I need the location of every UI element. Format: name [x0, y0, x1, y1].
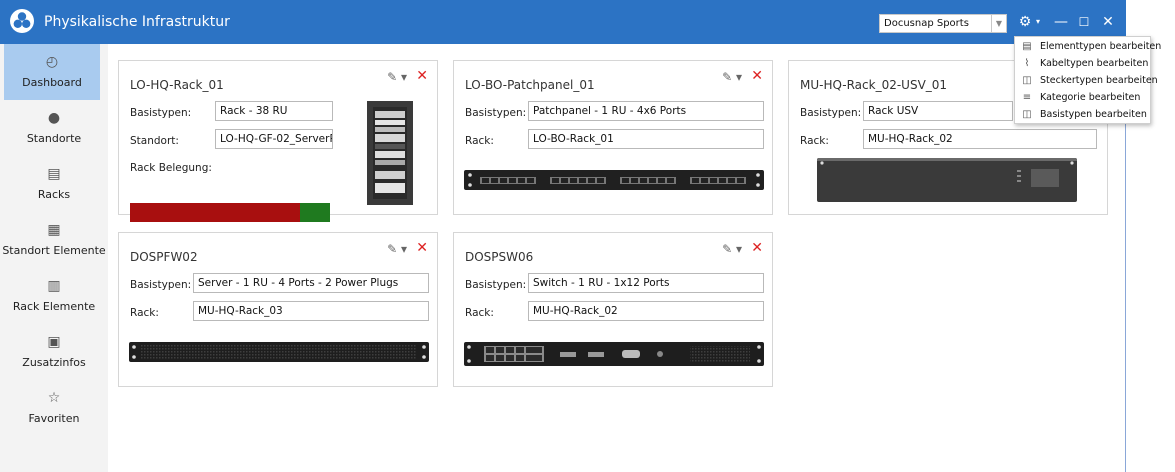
card-title: MU-HQ-Rack_02-USV_01 — [800, 78, 948, 92]
sidebar-item-label: Zusatzinfos — [22, 356, 86, 369]
profile-select[interactable]: Docusnap Sports ▼ — [879, 14, 1007, 33]
location-elements-icon: ▦ — [47, 222, 61, 238]
menu-item-label: Steckertypen bearbeiten — [1040, 75, 1158, 86]
sidebar: ◴ Dashboard ● Standorte ▤ Racks ▦ Stando… — [0, 44, 108, 472]
element-card[interactable]: LO-BO-Patchpanel_01 ✎ ▾ ✕ Basistypen: Pa… — [453, 60, 773, 215]
edit-pencil-icon[interactable]: ✎ ▾ — [387, 242, 407, 256]
edit-pencil-icon[interactable]: ✎ ▾ — [387, 70, 407, 84]
card-title: LO-HQ-Rack_01 — [130, 78, 224, 92]
plug-types-icon: ◫ — [1022, 75, 1032, 86]
sidebar-item-label: Favoriten — [28, 412, 80, 425]
menu-item-plug-types[interactable]: ◫ Steckertypen bearbeiten — [1015, 73, 1157, 89]
profile-select-value: Docusnap Sports — [884, 18, 969, 29]
element-types-icon: ▤ — [1022, 41, 1032, 52]
location-pin-icon: ● — [47, 110, 61, 126]
menu-item-label: Kabeltypen bearbeiten — [1040, 58, 1149, 69]
sidebar-item-dashboard[interactable]: ◴ Dashboard — [4, 44, 100, 100]
base-type-field[interactable]: Rack USV — [863, 101, 1013, 121]
base-type-field[interactable]: Server - 1 RU - 4 Ports - 2 Power Plugs — [193, 273, 429, 293]
rack-field[interactable]: MU-HQ-Rack_02 — [528, 301, 764, 321]
title-bar: Physikalische Infrastruktur Docusnap Spo… — [0, 0, 1126, 44]
category-icon: ≡ — [1022, 92, 1032, 103]
sidebar-item-label: Standort Elemente — [2, 244, 106, 257]
delete-x-icon[interactable]: ✕ — [416, 240, 428, 256]
dashboard-icon: ◴ — [45, 54, 59, 70]
rack-icon: ▤ — [47, 166, 61, 182]
base-type-label: Basistypen: — [465, 107, 527, 119]
additional-info-icon: ▣ — [47, 334, 61, 350]
rack-field[interactable]: LO-BO-Rack_01 — [528, 129, 764, 149]
switch-image — [464, 342, 764, 366]
close-window-icon[interactable]: ✕ — [1098, 11, 1118, 33]
sidebar-item-label: Racks — [37, 188, 71, 201]
maximize-icon[interactable]: ☐ — [1075, 11, 1093, 33]
server-image — [129, 342, 429, 362]
window-title: Physikalische Infrastruktur — [44, 14, 230, 30]
rack-elements-icon: ▥ — [47, 278, 61, 294]
sidebar-item-label: Dashboard — [22, 76, 82, 89]
menu-item-base-types[interactable]: ◫ Basistypen bearbeiten — [1015, 107, 1151, 123]
menu-item-category[interactable]: ≡ Kategorie bearbeiten — [1015, 90, 1151, 106]
sidebar-item-zusatzinfos[interactable]: ▣ Zusatzinfos — [0, 324, 108, 380]
minimize-icon[interactable]: — — [1052, 11, 1070, 33]
card-title: DOSPFW02 — [130, 250, 198, 264]
star-icon: ☆ — [47, 390, 61, 406]
delete-x-icon[interactable]: ✕ — [751, 68, 763, 84]
rack-label: Rack: — [800, 135, 829, 147]
rack-label: Rack: — [130, 307, 159, 319]
ups-image — [817, 158, 1077, 202]
edit-pencil-icon[interactable]: ✎ ▾ — [722, 70, 742, 84]
sidebar-item-favoriten[interactable]: ☆ Favoriten — [0, 380, 108, 436]
site-label: Standort: — [130, 135, 179, 147]
rack-label: Rack: — [465, 135, 494, 147]
rack-field[interactable]: MU-HQ-Rack_02 — [863, 129, 1097, 149]
site-field[interactable]: LO-HQ-GF-02_ServerRo — [215, 129, 333, 149]
base-types-icon: ◫ — [1022, 109, 1032, 120]
menu-item-label: Basistypen bearbeiten — [1040, 109, 1147, 120]
sidebar-item-standort-elemente[interactable]: ▦ Standort Elemente — [0, 212, 108, 268]
delete-x-icon[interactable]: ✕ — [751, 240, 763, 256]
rack-occupancy-bar — [130, 203, 330, 222]
base-type-field[interactable]: Patchpanel - 1 RU - 4x6 Ports — [528, 101, 764, 121]
sidebar-item-label: Rack Elemente — [12, 300, 96, 313]
sidebar-item-rack-elemente[interactable]: ▥ Rack Elemente — [0, 268, 108, 324]
edit-pencil-icon[interactable]: ✎ ▾ — [722, 242, 742, 256]
delete-x-icon[interactable]: ✕ — [416, 68, 428, 84]
base-type-label: Basistypen: — [800, 107, 862, 119]
patchpanel-image — [464, 170, 764, 190]
base-type-label: Basistypen: — [465, 279, 527, 291]
rack-field[interactable]: MU-HQ-Rack_03 — [193, 301, 429, 321]
occupancy-label: Rack Belegung: — [130, 162, 212, 174]
cable-types-icon: ⌇ — [1024, 58, 1030, 69]
chevron-down-icon[interactable]: ▼ — [991, 15, 1006, 32]
card-title: LO-BO-Patchpanel_01 — [465, 78, 595, 92]
gear-dropdown-chevron-icon[interactable]: ▾ — [1033, 11, 1043, 33]
sidebar-item-racks[interactable]: ▤ Racks — [0, 156, 108, 212]
base-type-field[interactable]: Rack - 38 RU — [215, 101, 333, 121]
card-title: DOSPSW06 — [465, 250, 534, 264]
menu-item-element-types[interactable]: ▤ Elementtypen bearbeiten — [1015, 39, 1161, 55]
gear-icon[interactable]: ⚙ — [1016, 11, 1034, 33]
sidebar-item-standorte[interactable]: ● Standorte — [0, 100, 108, 156]
element-card[interactable]: LO-HQ-Rack_01 ✎ ▾ ✕ Basistypen: Rack - 3… — [118, 60, 438, 222]
rack-label: Rack: — [465, 307, 494, 319]
settings-menu: ▤ Elementtypen bearbeiten ⌇ Kabeltypen b… — [1014, 36, 1161, 124]
base-type-label: Basistypen: — [130, 279, 192, 291]
base-type-field[interactable]: Switch - 1 RU - 1x12 Ports — [528, 273, 764, 293]
element-card[interactable]: DOSPSW06 ✎ ▾ ✕ Basistypen: Switch - 1 RU… — [453, 232, 773, 387]
rack-image — [367, 101, 413, 205]
menu-item-label: Kategorie bearbeiten — [1040, 92, 1141, 103]
base-type-label: Basistypen: — [130, 107, 192, 119]
app-logo-icon — [10, 9, 34, 33]
element-card[interactable]: DOSPFW02 ✎ ▾ ✕ Basistypen: Server - 1 RU… — [118, 232, 438, 387]
menu-item-label: Elementtypen bearbeiten — [1040, 41, 1162, 52]
menu-item-cable-types[interactable]: ⌇ Kabeltypen bearbeiten — [1015, 56, 1151, 72]
sidebar-item-label: Standorte — [26, 132, 82, 145]
